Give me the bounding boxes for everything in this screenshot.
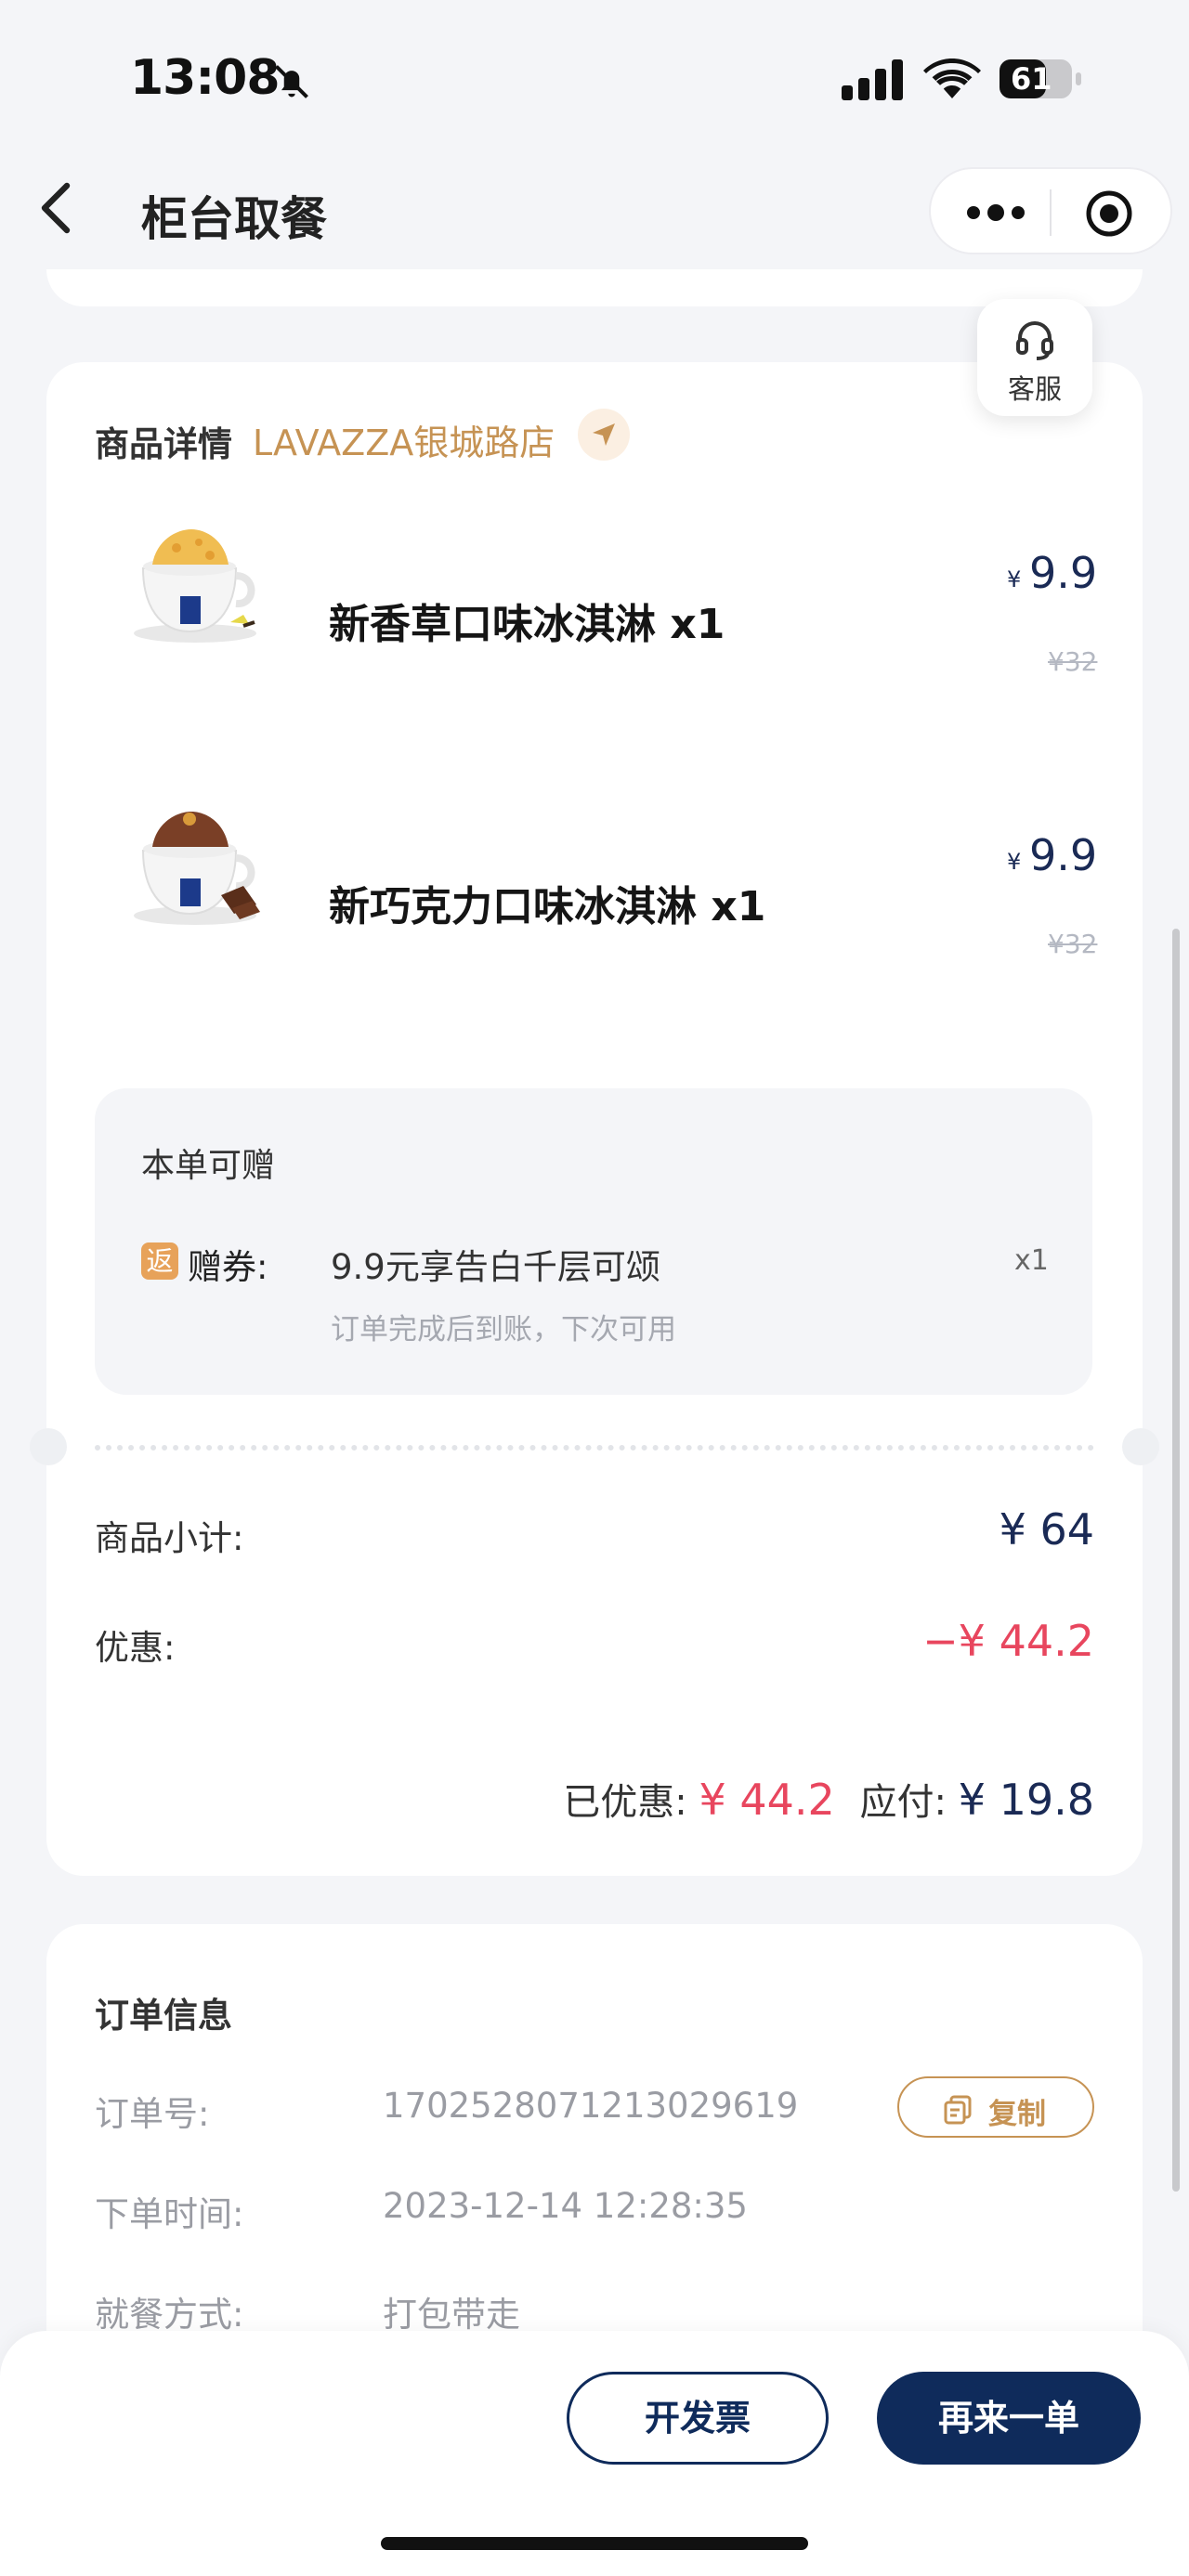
dining-mode-value: 打包带走 [383,2295,520,2335]
payable-value: ¥ 19.8 [958,1775,1094,1825]
currency-symbol: ¥ [1007,849,1022,875]
order-info-title: 订单信息 [95,1996,232,2036]
product-row[interactable]: 新巧克力口味冰淇淋 x1 ¥ 9.9 ¥32 [95,765,1098,969]
gift-coupon-label: 赠券: [188,1247,268,1287]
location-arrow-icon[interactable] [578,409,630,461]
gift-coupon-name: 9.9元享告白千层可颂 [331,1247,660,1287]
saved-label: 已优惠: [563,1781,687,1824]
discount-value: −¥ 44.2 [922,1616,1094,1666]
saved-value: ¥ 44.2 [699,1775,835,1825]
product-name: 新巧克力口味冰淇淋 x1 [329,883,766,930]
product-name: 新香草口味冰淇淋 x1 [329,601,725,648]
wifi-icon [923,59,981,98]
copy-label: 复制 [988,2098,1046,2131]
order-time-value: 2023-12-14 12:28:35 [383,2186,748,2226]
return-badge: 返 [141,1242,178,1280]
page-title: 柜台取餐 [141,192,327,246]
currency-symbol: ¥ [1007,566,1022,592]
ticket-notch-right [1122,1428,1159,1465]
product-section-title: 商品详情 [95,424,232,464]
chocolate-ice-cream-image [134,812,260,925]
customer-service-label: 客服 [1007,373,1062,405]
headset-icon [1016,321,1053,360]
gift-note: 订单完成后到账，下次可用 [331,1313,676,1347]
product-original-price: ¥32 [1048,646,1098,677]
gift-quantity: x1 [1014,1244,1049,1277]
copy-button[interactable]: 复制 [897,2076,1094,2138]
dining-mode-label: 就餐方式: [95,2295,244,2335]
reorder-button[interactable]: 再来一单 [877,2372,1141,2465]
status-time: 13:08 [130,50,281,106]
order-time-label: 下单时间: [95,2194,244,2234]
bell-slash-icon [275,65,308,98]
home-indicator [381,2537,808,2550]
customer-service-button[interactable]: 客服 [977,299,1092,416]
subtotal-label: 商品小计: [95,1518,244,1558]
discount-label: 优惠: [95,1628,176,1668]
order-number-value: 1702528071213029619 [383,2086,799,2126]
order-number-label: 订单号: [95,2094,210,2134]
back-chevron-icon[interactable] [37,182,74,234]
signal-icon [842,59,903,100]
battery-level: 61 [1011,61,1052,97]
product-price: 9.9 [1029,548,1098,598]
gift-title: 本单可赠 [141,1147,276,1185]
record-target-icon[interactable] [1085,189,1133,238]
more-dots-icon[interactable] [966,199,1026,227]
battery-icon: 61 [998,58,1083,100]
invoice-button[interactable]: 开发票 [567,2372,829,2465]
product-row[interactable]: 新香草口味冰淇淋 x1 ¥ 9.9 ¥32 [95,483,1098,687]
copy-icon [944,2095,972,2125]
product-original-price: ¥32 [1048,929,1098,959]
scrollbar[interactable] [1172,929,1180,2192]
capsule-divider [1050,189,1052,236]
ticket-notch-left [30,1428,67,1465]
store-name[interactable]: LAVAZZA银城路店 [253,414,555,465]
subtotal-value: ¥ 64 [999,1504,1094,1555]
dotted-divider [95,1445,1094,1451]
mini-program-capsule [929,167,1172,254]
product-price: 9.9 [1029,830,1098,880]
payment-summary: 已优惠: ¥ 44.2 应付: ¥ 19.8 [563,1772,1094,1826]
vanilla-ice-cream-image [134,529,256,643]
previous-card-edge [46,269,1143,306]
payable-label: 应付: [859,1781,947,1824]
